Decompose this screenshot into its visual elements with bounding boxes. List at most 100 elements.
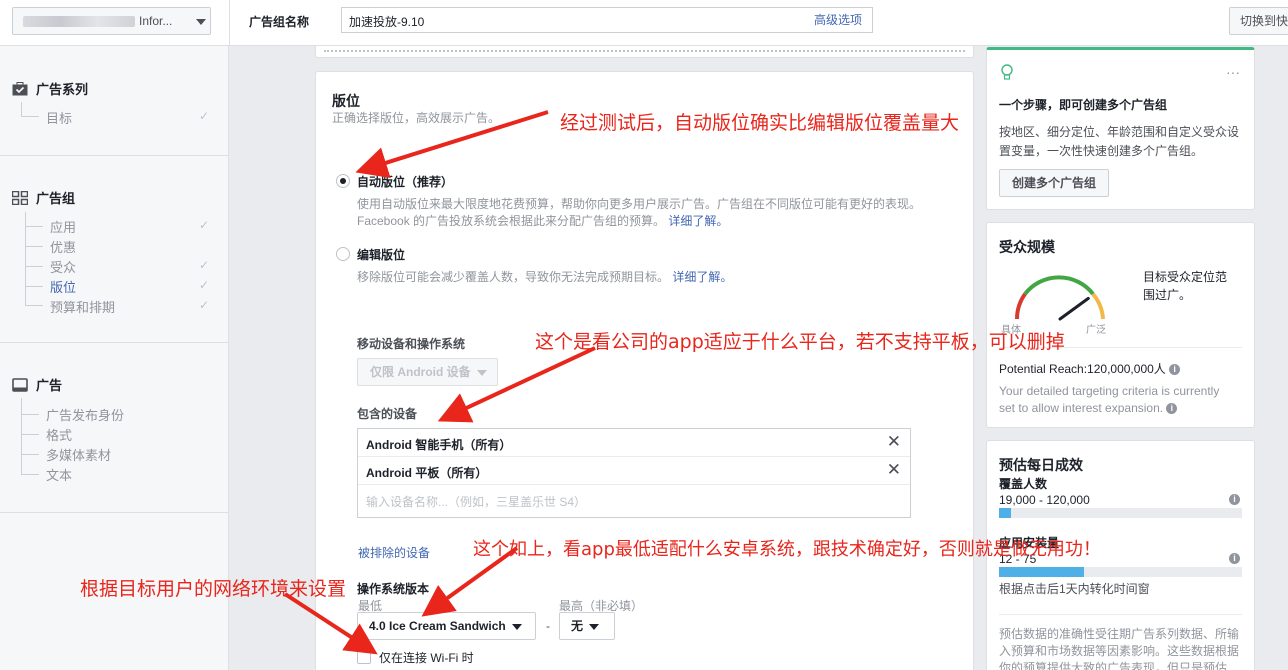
check-icon: ✓ [199,278,210,292]
sidebar-campaign-label: 广告系列 [36,82,89,97]
tree-line [25,246,43,247]
edit-placements-description: 移除版位可能会减少覆盖人数，导致你无法完成预期目标。 详细了解。 [357,269,732,286]
audience-size-card: 受众规模 具体 广泛 目标受众定位范 围过广。 Potential Reach:… [986,222,1255,428]
edit-placements-label[interactable]: 编辑版位 [357,246,405,263]
sidebar-item-objective[interactable]: 目标 [46,108,72,127]
sidebar-item-offer[interactable]: 优惠 [50,237,76,256]
tip-card: ··· 一个步骤，即可创建多个广告组 按地区、细分定位、年龄范围和自定义受众设 … [986,47,1255,210]
disclaimer-line2: 入预算和市场数据等因素影响。这些数据根据 [999,644,1240,658]
targeting-note-line2: set to allow interest expansion. [999,401,1164,415]
os-version-label: 操作系统版本 [357,582,430,596]
tree-line [21,434,39,435]
advanced-options-button[interactable]: 高级选项 [804,7,873,33]
min-os-dropdown[interactable]: 4.0 Ice Cream Sandwich [357,612,536,640]
auto-desc-line2-text: Facebook 的广告投放系统会根据此来分配广告组的预算。 [357,214,666,228]
disclaimer-line3: 你的预算提供大致的广告表现，但只是预估 [999,661,1228,670]
sidebar-section-adset: 广告组 应用 优惠 受众 版位 预算和排期 ✓ ✓ ✓ ✓ [0,156,228,343]
edit-learn-more-link[interactable]: 详细了解。 [672,270,732,284]
sidebar-adset-title[interactable]: 广告组 [12,188,75,207]
tree-line [21,398,22,475]
tree-line [25,226,43,227]
tree-line [21,102,22,116]
targeting-note: Your detailed targeting criteria is curr… [999,383,1219,417]
mobile-os-value: 仅限 Android 设备 [370,365,471,379]
account-name: Infor... [139,14,173,28]
potential-reach: Potential Reach:120,000,000人 i [999,360,1181,379]
tree-line [21,414,39,415]
tree-line [21,474,39,475]
divider [229,0,230,46]
device-tag-label: Android 平板（所有） [366,466,488,480]
annotation-text: 这个是看公司的app适应于什么平台，若不支持平板，可以删掉 [535,331,1065,353]
gauge-right-label: 广泛 [1086,325,1106,336]
reach-bar-fill [999,508,1012,518]
lightbulb-icon [1001,64,1013,80]
briefcase-check-icon [12,81,28,95]
more-options-icon[interactable]: ··· [1226,64,1240,80]
chevron-down-icon [511,623,522,630]
close-icon[interactable]: ✕ [887,461,901,478]
tip-title: 一个步骤，即可创建多个广告组 [999,98,1168,112]
annotation-text: 经过测试后，自动版位确实比编辑版位覆盖量大 [560,112,960,134]
wifi-only-label[interactable]: 仅在连接 Wi-Fi 时 [379,649,474,666]
device-tag-label: Android 智能手机（所有） [366,438,512,452]
sidebar-section-ad: 广告 广告发布身份 格式 多媒体素材 文本 [0,343,228,513]
placements-title: 版位 [332,93,360,109]
tree-line [25,305,43,306]
info-icon[interactable]: i [1229,553,1240,564]
create-multiple-adsets-button[interactable]: 创建多个广告组 [999,169,1110,197]
check-icon: ✓ [199,258,210,272]
sidebar-item-media[interactable]: 多媒体素材 [46,445,111,464]
tree-line [25,266,43,267]
audience-summary-line1: 目标受众定位范 [1143,270,1228,284]
sidebar-item-audience[interactable]: 受众 [50,257,76,276]
auto-placements-radio[interactable] [336,174,350,188]
chevron-down-icon [589,623,600,630]
sidebar-item-identity[interactable]: 广告发布身份 [46,405,124,424]
auto-placements-label[interactable]: 自动版位（推荐） [357,173,453,190]
tip-text: 按地区、细分定位、年龄范围和自定义受众设 置变量，一次性快速创建多个广告组。 [999,123,1239,161]
installs-bar-fill [999,567,1085,577]
included-devices-label: 包含的设备 [357,407,418,421]
excluded-devices-link[interactable]: 被排除的设备 [358,544,430,561]
range-dash: - [546,619,550,633]
targeting-note-line2-wrap: set to allow interest expansion. i [999,400,1219,417]
info-icon[interactable]: i [1229,494,1240,505]
sidebar-item-app[interactable]: 应用 [50,217,76,236]
info-icon[interactable]: i [1169,364,1181,376]
device-search-input[interactable]: 输入设备名称...（例如，三星盖乐世 S4） [366,493,586,510]
sidebar-adset-label: 广告组 [36,191,76,206]
account-name-redacted [23,16,135,27]
mobile-os-dropdown[interactable]: 仅限 Android 设备 [357,358,498,386]
max-os-value: 无 [571,619,584,633]
max-os-dropdown[interactable]: 无 [559,612,615,640]
auto-placements-description: 使用自动版位来最大限度地花费预算，帮助你向更多用户展示广告。广告组在不同版位可能… [357,196,937,230]
estimate-disclaimer: 预估数据的准确性受往期广告系列数据、所输 入预算和市场数据等因素影响。这些数据根… [999,626,1239,670]
potential-reach-text: Potential Reach:120,000,000人 [999,362,1166,376]
auto-learn-more-link[interactable]: 详细了解。 [668,214,728,228]
wifi-only-checkbox[interactable] [357,650,371,664]
sidebar-ad-title[interactable]: 广告 [12,375,62,394]
sidebar-item-budget-schedule[interactable]: 预算和排期 [50,297,115,316]
sidebar-ad-label: 广告 [36,378,63,393]
sidebar-item-format[interactable]: 格式 [46,425,72,444]
tip-text-line2: 置变量，一次性快速创建多个广告组。 [999,144,1204,158]
daily-results-title: 预估每日成效 [999,457,1083,473]
edit-placements-radio[interactable] [336,247,350,261]
edit-desc-text: 移除版位可能会减少覆盖人数，导致你无法完成预期目标。 [357,270,670,284]
placements-subtitle: 正确选择版位，高效展示广告。 [332,111,501,125]
auto-desc-line1: 使用自动版位来最大限度地花费预算，帮助你向更多用户展示广告。广告组在不同版位可能… [357,197,922,211]
info-icon[interactable]: i [1166,403,1178,415]
auto-desc-line2: Facebook 的广告投放系统会根据此来分配广告组的预算。 详细了解。 [357,213,937,230]
attribution-note: 根据点击后1天内转化时间窗 [999,582,1150,596]
audience-summary-line2: 围过广。 [1143,288,1192,302]
close-icon[interactable]: ✕ [887,433,901,450]
sidebar-item-text[interactable]: 文本 [46,465,72,484]
account-selector[interactable]: Infor... [12,7,211,35]
tip-text-line1: 按地区、细分定位、年龄范围和自定义受众设 [999,125,1240,139]
sidebar-item-placements[interactable]: 版位 [50,277,76,296]
switch-quick-creation-button[interactable]: 切换到快 [1229,7,1288,35]
sidebar-campaign-title[interactable]: 广告系列 [12,79,88,98]
adset-name-input[interactable]: 加速投放-9.10 [341,7,805,33]
previous-section-card [315,46,974,58]
